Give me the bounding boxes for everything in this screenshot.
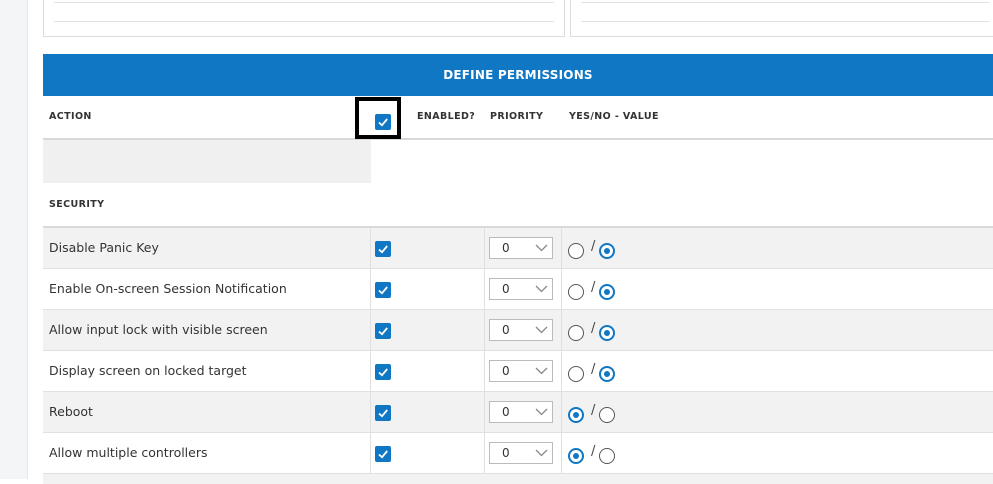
value-separator: / [591,239,596,254]
no-radio[interactable] [599,325,615,341]
no-radio[interactable] [599,366,615,382]
value-separator: / [591,403,596,418]
top-panel-right [570,0,993,37]
enabled-checkbox[interactable] [375,405,391,421]
chevron-down-icon [535,285,548,293]
value-separator: / [591,321,596,336]
priority-select[interactable]: 0 [489,237,553,259]
priority-select[interactable]: 0 [489,442,553,464]
table-row: Display screen on locked target 0 / [43,351,993,392]
table-row: Reboot 0 / [43,392,993,433]
permission-label: Allow input lock with visible screen [49,322,268,337]
permissions-header: DEFINE PERMISSIONS [43,54,993,96]
chevron-down-icon [535,244,548,252]
permission-label: Display screen on locked target [49,363,247,378]
checkmark-icon [378,409,388,418]
enabled-checkbox[interactable] [375,241,391,257]
enabled-checkbox[interactable] [375,323,391,339]
permissions-title: DEFINE PERMISSIONS [443,68,593,82]
chevron-down-icon [535,449,548,457]
no-radio[interactable] [599,243,615,259]
table-row: Enable On-screen Session Notification 0 … [43,269,993,310]
priority-select[interactable]: 0 [489,278,553,300]
priority-value: 0 [502,241,510,255]
priority-value: 0 [502,282,510,296]
enabled-checkbox[interactable] [375,282,391,298]
top-panel-left [43,0,565,37]
permissions-table: ACTION ENABLED? PRIORITY YES/NO - VALUE … [43,96,993,484]
spacer-row [43,140,993,183]
priority-select[interactable]: 0 [489,319,553,341]
column-enabled: ENABLED? [417,111,476,122]
table-row: Disable Panic Key 0 / [43,228,993,269]
yes-radio[interactable] [568,325,584,341]
section-security: SECURITY [43,183,993,228]
permission-label: Allow multiple controllers [49,445,208,460]
chevron-down-icon [535,326,548,334]
value-separator: / [591,444,596,459]
priority-select[interactable]: 0 [489,401,553,423]
table-row: Allow multiple controllers 0 / [43,433,993,474]
table-bottom [43,474,993,484]
no-radio[interactable] [599,407,615,423]
priority-select[interactable]: 0 [489,360,553,382]
chevron-down-icon [535,408,548,416]
select-all-highlight [355,97,401,139]
enabled-checkbox[interactable] [375,364,391,380]
yes-radio[interactable] [568,448,584,464]
yes-radio[interactable] [568,407,584,423]
yes-radio[interactable] [568,243,584,259]
chevron-down-icon [535,367,548,375]
table-row: Allow input lock with visible screen 0 / [43,310,993,351]
checkmark-icon [378,368,388,377]
checkmark-icon [378,327,388,336]
priority-value: 0 [502,323,510,337]
checkmark-icon [378,286,388,295]
priority-value: 0 [502,446,510,460]
checkmark-icon [378,118,388,127]
no-radio[interactable] [599,284,615,300]
value-separator: / [591,280,596,295]
yes-radio[interactable] [568,284,584,300]
permission-label: Enable On-screen Session Notification [49,281,287,296]
column-value: YES/NO - VALUE [569,111,659,122]
column-priority: PRIORITY [490,111,544,122]
left-sidebar-strip [0,0,28,479]
select-all-checkbox[interactable] [375,114,391,130]
permission-label: Disable Panic Key [49,240,159,255]
column-action: ACTION [49,111,92,122]
yes-radio[interactable] [568,366,584,382]
column-header-row: ACTION ENABLED? PRIORITY YES/NO - VALUE [43,96,993,140]
checkmark-icon [378,450,388,459]
section-title: SECURITY [49,199,105,210]
checkmark-icon [378,245,388,254]
priority-value: 0 [502,364,510,378]
permission-label: Reboot [49,404,93,419]
no-radio[interactable] [599,448,615,464]
enabled-checkbox[interactable] [375,446,391,462]
value-separator: / [591,362,596,377]
priority-value: 0 [502,405,510,419]
